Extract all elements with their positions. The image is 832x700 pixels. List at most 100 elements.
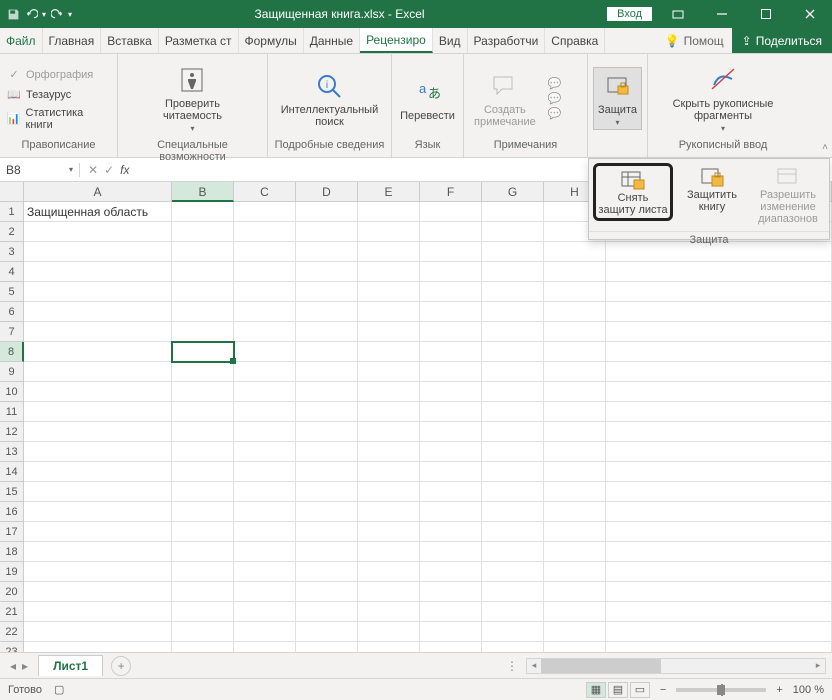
cell[interactable] <box>234 322 296 342</box>
cell[interactable] <box>482 582 544 602</box>
cell[interactable] <box>606 642 832 652</box>
cell[interactable] <box>24 282 172 302</box>
cell[interactable] <box>234 342 296 362</box>
cell[interactable] <box>234 402 296 422</box>
cell[interactable] <box>172 322 234 342</box>
row-header[interactable]: 9 <box>0 362 24 382</box>
row-header[interactable]: 17 <box>0 522 24 542</box>
cell[interactable] <box>234 242 296 262</box>
cell[interactable] <box>606 502 832 522</box>
tab-review[interactable]: Рецензиро <box>360 28 433 53</box>
cell[interactable] <box>606 322 832 342</box>
cell[interactable] <box>606 282 832 302</box>
cell[interactable] <box>420 282 482 302</box>
cell[interactable] <box>358 302 420 322</box>
cell[interactable] <box>482 402 544 422</box>
cell[interactable] <box>544 442 606 462</box>
cell[interactable] <box>296 542 358 562</box>
cell[interactable] <box>24 362 172 382</box>
cell[interactable] <box>544 302 606 322</box>
zoom-slider[interactable] <box>676 688 766 692</box>
add-sheet-button[interactable]: + <box>111 656 131 676</box>
cell[interactable] <box>420 302 482 322</box>
cell[interactable] <box>482 342 544 362</box>
cell[interactable] <box>24 622 172 642</box>
cell[interactable] <box>358 642 420 652</box>
cell[interactable] <box>420 362 482 382</box>
cell[interactable] <box>172 522 234 542</box>
redo-icon[interactable] <box>50 7 64 21</box>
cell[interactable] <box>234 262 296 282</box>
cell[interactable] <box>544 322 606 342</box>
cell[interactable] <box>482 222 544 242</box>
cell[interactable] <box>358 362 420 382</box>
cell[interactable] <box>24 582 172 602</box>
cell[interactable] <box>172 382 234 402</box>
row-header[interactable]: 23 <box>0 642 24 652</box>
cell[interactable] <box>296 502 358 522</box>
cell[interactable] <box>234 502 296 522</box>
cell[interactable] <box>172 622 234 642</box>
cell[interactable] <box>234 562 296 582</box>
row-header[interactable]: 5 <box>0 282 24 302</box>
row-header[interactable]: 16 <box>0 502 24 522</box>
cell[interactable] <box>420 322 482 342</box>
row-header[interactable]: 22 <box>0 622 24 642</box>
cell[interactable] <box>172 202 234 222</box>
col-header[interactable]: A <box>24 182 172 202</box>
cell[interactable] <box>24 602 172 622</box>
cell[interactable] <box>606 542 832 562</box>
cell[interactable] <box>606 462 832 482</box>
tab-insert[interactable]: Вставка <box>101 28 159 53</box>
cell[interactable] <box>234 462 296 482</box>
row-header[interactable]: 20 <box>0 582 24 602</box>
cell[interactable] <box>296 322 358 342</box>
fx-icon[interactable]: fx <box>120 163 129 177</box>
translate-button[interactable]: aあ Перевести <box>396 74 459 124</box>
cell[interactable] <box>296 562 358 582</box>
collapse-ribbon-icon[interactable]: ˄ <box>822 142 828 153</box>
row-header[interactable]: 2 <box>0 222 24 242</box>
cell[interactable] <box>482 202 544 222</box>
row-header[interactable]: 21 <box>0 602 24 622</box>
cell[interactable] <box>296 342 358 362</box>
cell[interactable] <box>358 482 420 502</box>
cell[interactable] <box>24 542 172 562</box>
row-header[interactable]: 3 <box>0 242 24 262</box>
cell[interactable] <box>24 642 172 652</box>
cell[interactable] <box>172 242 234 262</box>
cell[interactable] <box>234 362 296 382</box>
cell[interactable] <box>482 522 544 542</box>
cell[interactable] <box>544 282 606 302</box>
cell[interactable] <box>606 302 832 322</box>
cell[interactable] <box>420 402 482 422</box>
cell[interactable] <box>606 602 832 622</box>
cell[interactable] <box>24 522 172 542</box>
scroll-right-icon[interactable]: ▸ <box>811 659 825 673</box>
cell[interactable] <box>358 562 420 582</box>
cell[interactable] <box>420 462 482 482</box>
cell[interactable] <box>358 502 420 522</box>
cell[interactable] <box>544 402 606 422</box>
cell[interactable] <box>358 382 420 402</box>
cell[interactable] <box>234 382 296 402</box>
cell[interactable] <box>172 502 234 522</box>
cell[interactable] <box>482 242 544 262</box>
cell[interactable] <box>606 622 832 642</box>
cell[interactable] <box>544 382 606 402</box>
cell[interactable] <box>606 582 832 602</box>
worksheet-grid[interactable]: A B C D E F G H 1Защищенная область23456… <box>0 182 832 652</box>
cell[interactable] <box>482 282 544 302</box>
cell[interactable] <box>24 302 172 322</box>
cell[interactable] <box>482 622 544 642</box>
cell[interactable] <box>172 462 234 482</box>
cell[interactable] <box>358 262 420 282</box>
cell[interactable] <box>544 462 606 482</box>
cell[interactable] <box>544 262 606 282</box>
cell[interactable] <box>482 562 544 582</box>
cell[interactable] <box>234 222 296 242</box>
cell[interactable] <box>172 422 234 442</box>
cell[interactable] <box>544 502 606 522</box>
share-button[interactable]: ⇪ Поделиться <box>732 28 832 53</box>
cell[interactable] <box>420 542 482 562</box>
